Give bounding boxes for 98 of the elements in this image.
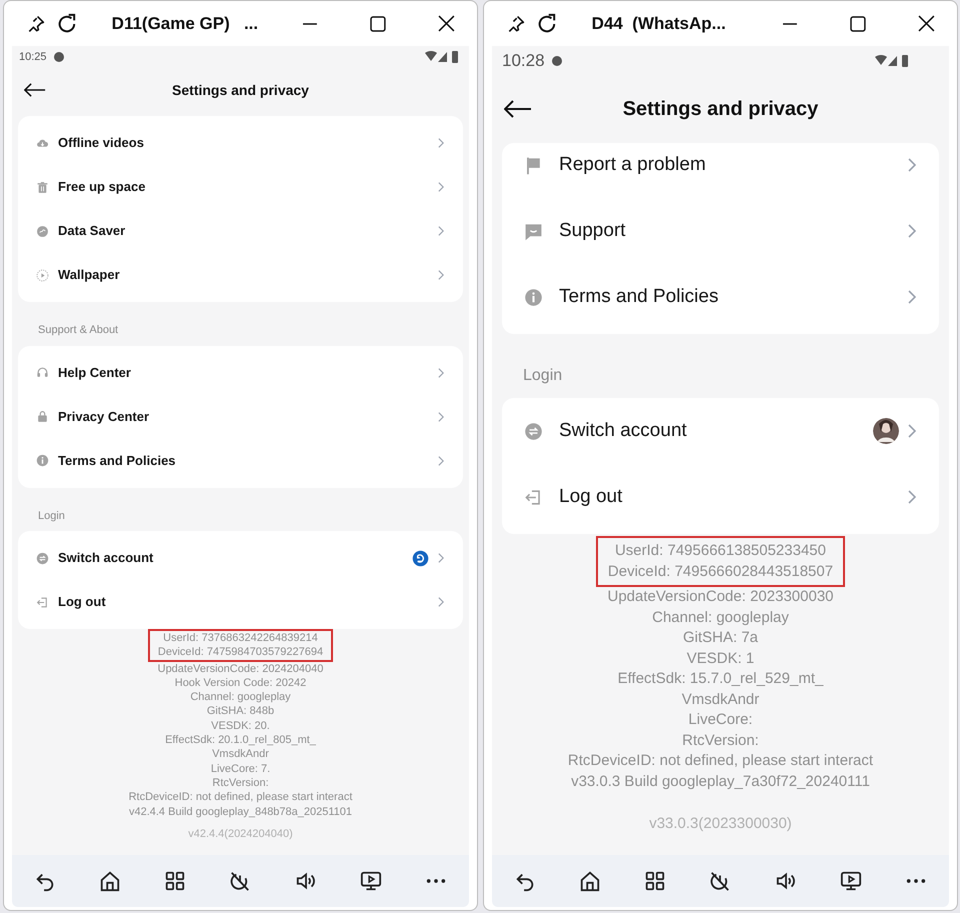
info-line: DeviceId: 7495666028443518507 <box>608 562 834 582</box>
page-title: Settings and privacy <box>622 97 818 122</box>
timer-off-icon[interactable] <box>229 870 252 892</box>
info-line: UpdateVersionCode: 2023300030 <box>607 587 834 607</box>
info-line: GitSHA: 7a <box>682 628 758 648</box>
window-title: D11(Game GP) ... <box>112 12 260 35</box>
settings-row[interactable]: Report a problem <box>502 143 939 198</box>
home-icon[interactable] <box>578 870 601 892</box>
settings-row[interactable]: Terms and Policies <box>18 438 463 482</box>
settings-row[interactable]: Switch account <box>502 398 939 464</box>
home-icon[interactable] <box>98 870 121 892</box>
info-line: VESDK: 20. <box>211 718 270 734</box>
info-line: UpdateVersionCode: 2024204040 <box>158 662 324 676</box>
screen-play-icon[interactable] <box>840 870 862 892</box>
info-line: VmsdkAndr <box>682 690 760 710</box>
flag-icon <box>524 156 543 174</box>
version-text: v33.0.3(2023300030) <box>649 814 792 834</box>
settings-row[interactable]: Support <box>502 198 939 264</box>
play-circle-icon <box>36 268 49 282</box>
version-text: v42.4.4(2024204040) <box>188 826 293 842</box>
info-line: v33.0.3 Build googleplay_7a30f72_20240111 <box>571 772 870 792</box>
chevron-right-icon <box>437 138 445 148</box>
logout-icon <box>36 596 49 608</box>
info-line: Hook Version Code: 20242 <box>174 676 306 690</box>
info-line: EffectSdk: 20.1.0_rel_805_mt_ <box>165 733 316 748</box>
trash-icon <box>36 180 49 194</box>
refresh-badge-icon <box>412 550 429 566</box>
settings-row[interactable]: Data Saver <box>18 209 463 253</box>
refresh-icon[interactable] <box>536 12 558 34</box>
timer-off-icon[interactable] <box>709 870 732 892</box>
back-arrow-icon[interactable] <box>504 100 532 118</box>
info-line: RtcVersion: <box>682 730 759 750</box>
close-icon[interactable] <box>438 15 455 32</box>
volume-icon[interactable] <box>294 870 317 892</box>
info-line: LiveCore: <box>688 710 753 730</box>
chevron-right-icon <box>437 368 445 378</box>
pin-icon[interactable] <box>26 14 46 34</box>
settings-row[interactable]: Wallpaper <box>18 253 463 297</box>
apps-icon[interactable] <box>644 870 666 892</box>
headset-icon <box>36 366 49 379</box>
close-icon[interactable] <box>918 15 935 32</box>
settings-row[interactable]: Log out <box>502 464 939 530</box>
info-icon <box>36 454 49 467</box>
chevron-right-icon <box>907 490 917 504</box>
info-line: LiveCore: 7. <box>210 762 270 776</box>
info-line: VESDK: 1 <box>686 648 754 668</box>
info-line: Channel: googleplay <box>652 608 789 628</box>
switch-icon <box>524 422 543 440</box>
chevron-right-icon <box>907 424 917 438</box>
info-line: EffectSdk: 15.7.0_rel_529_mt_ <box>618 669 824 689</box>
chevron-right-icon <box>437 456 445 466</box>
pin-icon[interactable] <box>506 14 526 34</box>
chevron-right-icon <box>907 224 917 238</box>
info-icon <box>524 288 543 306</box>
section-label: Support & About <box>38 324 118 336</box>
settings-row[interactable]: Terms and Policies <box>502 264 939 330</box>
info-line: Channel: googleplay <box>190 690 291 704</box>
lock-icon <box>36 410 49 423</box>
switch-icon <box>36 552 49 564</box>
settings-row[interactable]: Switch account <box>18 536 463 580</box>
chevron-right-icon <box>907 158 917 172</box>
info-line: RtcVersion: <box>212 776 269 790</box>
settings-row[interactable]: Help Center <box>18 350 463 394</box>
logout-icon <box>524 488 543 506</box>
info-line: UserId: 7376863242264839214 <box>163 631 318 646</box>
chevron-right-icon <box>437 553 445 563</box>
chevron-right-icon <box>437 270 445 280</box>
window-title: D44 (WhatsAp... <box>592 12 727 35</box>
back-arrow-icon[interactable] <box>24 83 46 97</box>
info-line: RtcDeviceID: not defined, please start interact <box>128 790 352 805</box>
chevron-right-icon <box>437 597 445 607</box>
section-label: Login <box>38 510 65 522</box>
info-line: RtcDeviceID: not defined, please start interact <box>568 751 874 771</box>
info-line: DeviceId: 7475984703579227694 <box>158 645 324 660</box>
chevron-right-icon <box>437 226 445 236</box>
section-label: Login <box>523 367 562 384</box>
apps-icon[interactable] <box>164 870 186 892</box>
info-line: VmsdkAndr <box>212 747 269 762</box>
chevron-right-icon <box>907 290 917 304</box>
status-time: 10:25 <box>19 50 47 65</box>
status-time: 10:28 <box>502 50 545 72</box>
info-line: UserId: 7495666138505233450 <box>614 541 826 561</box>
settings-row[interactable]: Privacy Center <box>18 394 463 438</box>
chevron-right-icon <box>437 412 445 422</box>
maximize-icon[interactable] <box>850 16 866 32</box>
refresh-icon[interactable] <box>56 12 78 34</box>
page-title: Settings and privacy <box>172 80 309 100</box>
chat-icon <box>524 222 543 240</box>
settings-row[interactable]: Log out <box>18 580 463 624</box>
info-line: GitSHA: 848b <box>206 704 274 719</box>
maximize-icon[interactable] <box>370 16 386 32</box>
volume-icon[interactable] <box>774 870 797 892</box>
chevron-right-icon <box>437 182 445 192</box>
settings-row[interactable]: Free up space <box>18 165 463 209</box>
screen-play-icon[interactable] <box>360 870 382 892</box>
settings-row[interactable]: Offline videos <box>18 121 463 165</box>
info-line: v42.4.4 Build googleplay_848b78a_20251101 <box>128 804 352 819</box>
gauge-icon <box>36 224 49 238</box>
